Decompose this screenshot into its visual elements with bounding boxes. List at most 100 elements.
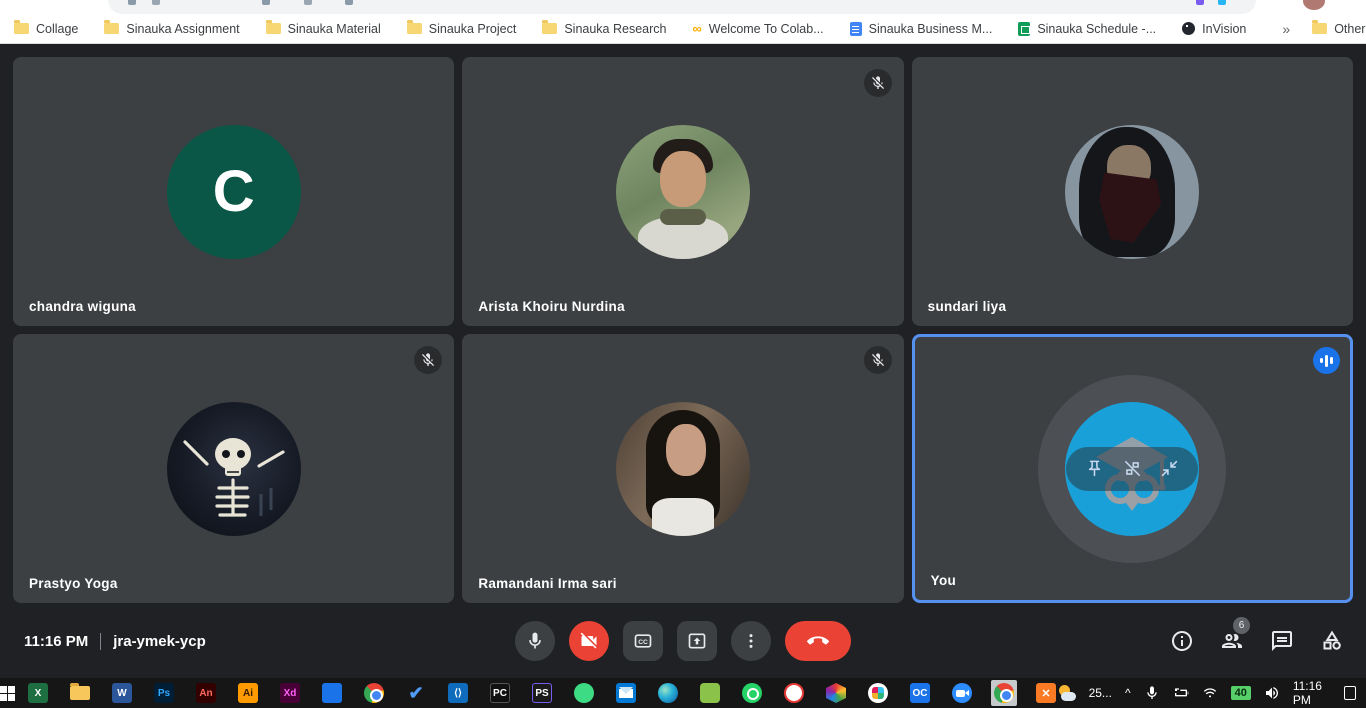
- bookmark-sinauka-material[interactable]: Sinauka Material: [266, 22, 381, 36]
- taskbar-red-logo-app[interactable]: [781, 680, 807, 706]
- participant-tile-sundari[interactable]: sundari liya: [912, 57, 1353, 326]
- participant-tile-prastyo[interactable]: Prastyo Yoga: [13, 334, 454, 603]
- minimize-icon[interactable]: [1160, 459, 1179, 478]
- taskbar-todo[interactable]: ✔: [403, 680, 429, 706]
- participants-count-badge: 6: [1233, 617, 1250, 634]
- participant-tile-chandra[interactable]: C chandra wiguna: [13, 57, 454, 326]
- battery-icon[interactable]: [1173, 685, 1189, 701]
- taskbar-excel[interactable]: X: [25, 680, 51, 706]
- google-docs-icon: [850, 22, 862, 36]
- folder-icon: [266, 23, 281, 34]
- browser-top-strip: [0, 0, 1366, 14]
- bookmarks-overflow-chevron[interactable]: »: [1272, 21, 1300, 37]
- participant-name: Arista Khoiru Nurdina: [478, 299, 625, 314]
- taskbar-chrome-active[interactable]: [991, 680, 1017, 706]
- bookmark-colab[interactable]: ∞ Welcome To Colab...: [692, 22, 823, 36]
- bookmark-sinauka-research[interactable]: Sinauka Research: [542, 22, 666, 36]
- videocam-off-icon: [579, 631, 599, 651]
- more-options-button[interactable]: [731, 621, 771, 661]
- initial-avatar: C: [167, 125, 301, 259]
- captions-icon: CC: [633, 631, 653, 651]
- other-bookmarks[interactable]: Other bookmarks: [1312, 22, 1366, 36]
- weather-temperature[interactable]: 25...: [1089, 686, 1112, 700]
- toolbar-sliver: [304, 0, 312, 5]
- pin-icon[interactable]: [1085, 459, 1104, 478]
- taskbar-hexagon-app[interactable]: [823, 680, 849, 706]
- system-tray: 25... ^ 40 11:16 PM: [1059, 679, 1366, 707]
- weather-icon[interactable]: [1059, 685, 1076, 701]
- colab-icon: ∞: [692, 23, 701, 34]
- meet-control-bar: 11:16 PM jra-ymek-ycp CC: [0, 604, 1366, 678]
- bookmark-sinauka-assignment[interactable]: Sinauka Assignment: [104, 22, 239, 36]
- participants-button[interactable]: 6: [1220, 629, 1244, 653]
- meeting-details-button[interactable]: [1170, 629, 1194, 653]
- taskbar-edge[interactable]: [655, 680, 681, 706]
- mic-tray-icon[interactable]: [1144, 685, 1160, 701]
- picture-in-picture-off-icon[interactable]: [1123, 459, 1142, 478]
- extension-icon[interactable]: [1218, 0, 1226, 5]
- taskbar-android-emulator[interactable]: [697, 680, 723, 706]
- volume-icon[interactable]: [1264, 685, 1280, 701]
- taskbar-adobe-xd[interactable]: Xd: [277, 680, 303, 706]
- taskbar-mail[interactable]: [613, 680, 639, 706]
- taskbar-oc-app[interactable]: OC: [907, 680, 933, 706]
- folder-icon: [542, 23, 557, 34]
- bookmark-sinauka-schedule[interactable]: Sinauka Schedule -...: [1018, 22, 1156, 36]
- captions-button[interactable]: CC: [623, 621, 663, 661]
- taskbar-chrome[interactable]: [361, 680, 387, 706]
- chat-button[interactable]: [1270, 629, 1294, 653]
- taskbar-pc-app[interactable]: PC: [487, 680, 513, 706]
- bookmark-collage[interactable]: Collage: [14, 22, 78, 36]
- chrome-icon: [994, 683, 1014, 703]
- clock-time: 11:16 PM: [24, 633, 88, 650]
- windows-taskbar: X W Ps An Ai Xd ✔ ⟨⟩ PC PS OC ✕ 25... ^: [0, 678, 1366, 708]
- taskbar-file-explorer[interactable]: [67, 680, 93, 706]
- taskbar-android-studio[interactable]: [571, 680, 597, 706]
- windows-logo-icon: [0, 686, 15, 701]
- call-controls: CC: [515, 621, 851, 661]
- mic-off-icon: [864, 346, 892, 374]
- bookmark-sinauka-project[interactable]: Sinauka Project: [407, 22, 517, 36]
- battery-percent-badge[interactable]: 40: [1231, 686, 1251, 700]
- activities-button[interactable]: [1320, 629, 1344, 653]
- self-tile-hover-controls: [1066, 447, 1198, 491]
- clock[interactable]: 11:16 PM: [1293, 679, 1331, 707]
- folder-icon: [14, 23, 29, 34]
- audio-level-indicator: [1313, 347, 1340, 374]
- end-call-button[interactable]: [785, 621, 851, 661]
- present-button[interactable]: [677, 621, 717, 661]
- taskbar-phpstorm[interactable]: PS: [529, 680, 555, 706]
- google-sheets-icon: [1018, 22, 1030, 36]
- pinned-apps: X W Ps An Ai Xd ✔ ⟨⟩ PC PS OC ✕: [25, 680, 1059, 706]
- taskbar-word[interactable]: W: [109, 680, 135, 706]
- taskbar-illustrator[interactable]: Ai: [235, 680, 261, 706]
- extension-icon[interactable]: [1196, 0, 1204, 5]
- taskbar-whatsapp[interactable]: [739, 680, 765, 706]
- taskbar-animate[interactable]: An: [193, 680, 219, 706]
- bookmark-invision[interactable]: InVision: [1182, 22, 1246, 36]
- taskbar-calendar[interactable]: [319, 680, 345, 706]
- browser-profile-avatar[interactable]: [1303, 0, 1325, 10]
- bookmark-sinauka-business[interactable]: Sinauka Business M...: [850, 22, 993, 36]
- taskbar-slack[interactable]: [865, 680, 891, 706]
- meeting-status: 11:16 PM jra-ymek-ycp: [24, 633, 206, 650]
- wifi-icon[interactable]: [1202, 685, 1218, 701]
- taskbar-photoshop[interactable]: Ps: [151, 680, 177, 706]
- taskbar-vscode[interactable]: ⟨⟩: [445, 680, 471, 706]
- mic-button[interactable]: [515, 621, 555, 661]
- participant-name: Prastyo Yoga: [29, 576, 118, 591]
- divider: [100, 633, 101, 650]
- start-button[interactable]: [0, 678, 15, 708]
- camera-off-button[interactable]: [569, 621, 609, 661]
- participant-tile-you[interactable]: You: [912, 334, 1353, 603]
- taskbar-xampp[interactable]: ✕: [1033, 680, 1059, 706]
- chrome-icon: [364, 683, 384, 703]
- address-bar[interactable]: [108, 0, 1256, 14]
- participant-tile-ramandani[interactable]: Ramandani Irma sari: [462, 334, 903, 603]
- tray-overflow-chevron[interactable]: ^: [1125, 686, 1131, 700]
- activities-icon: [1320, 629, 1344, 653]
- toolbar-sliver: [128, 0, 136, 5]
- action-center-icon[interactable]: [1344, 686, 1357, 700]
- taskbar-zoom[interactable]: [949, 680, 975, 706]
- participant-tile-arista[interactable]: Arista Khoiru Nurdina: [462, 57, 903, 326]
